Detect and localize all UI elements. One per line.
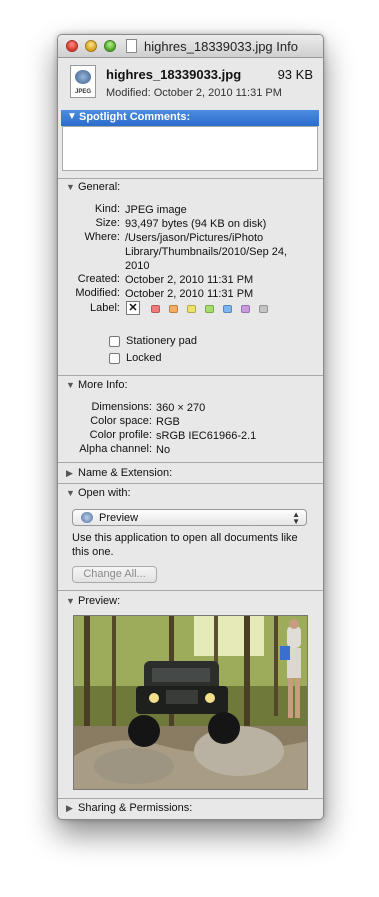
disclosure-closed-icon[interactable]: ▶ bbox=[66, 803, 78, 814]
divider bbox=[58, 798, 323, 799]
dimensions-label: Dimensions: bbox=[91, 401, 152, 413]
icon-tag: JPEG bbox=[74, 89, 91, 95]
label-blue-button[interactable] bbox=[223, 305, 232, 313]
open-with-section-header[interactable]: ▼ Open with: bbox=[66, 487, 131, 499]
where-value: /Users/jason/Pictures/iPhoto Library/Thu… bbox=[125, 232, 288, 272]
where-label: Where: bbox=[84, 231, 120, 243]
file-header: JPEG highres_18339033.jpg 93 KB Modified… bbox=[58, 58, 323, 110]
disclosure-open-icon[interactable]: ▼ bbox=[66, 380, 78, 390]
alpha-channel-label: Alpha channel: bbox=[79, 443, 152, 455]
alpha-channel-value: No bbox=[156, 444, 171, 456]
offroad-jeep-photo bbox=[74, 616, 307, 789]
locked-checkbox[interactable] bbox=[109, 353, 120, 364]
close-button[interactable] bbox=[66, 40, 78, 52]
more-info-heading: More Info: bbox=[78, 379, 128, 391]
title-bar[interactable]: highres_18339033.jpg Info bbox=[58, 35, 323, 58]
label-gray-button[interactable] bbox=[259, 305, 268, 313]
preview-app-icon bbox=[81, 512, 93, 523]
file-modified: Modified: October 2, 2010 11:31 PM bbox=[106, 87, 282, 99]
kind-label: Kind: bbox=[94, 203, 120, 215]
modified-value: October 2, 2010 11:31 PM bbox=[125, 288, 254, 300]
open-with-popup[interactable]: Preview ▲ ▼ bbox=[72, 509, 307, 526]
window-title: highres_18339033.jpg Info bbox=[144, 39, 298, 54]
document-icon bbox=[126, 39, 137, 53]
color-space-value: RGB bbox=[156, 416, 180, 428]
size-value: 93,497 bytes (94 KB on disk) bbox=[125, 218, 267, 230]
general-heading: General: bbox=[78, 181, 121, 193]
open-with-hint: Use this application to open all documen… bbox=[72, 532, 298, 558]
sharing-permissions-section-header[interactable]: ▶ Sharing & Permissions: bbox=[66, 802, 192, 814]
label-red-button[interactable] bbox=[151, 305, 160, 313]
color-space-label: Color space: bbox=[90, 415, 152, 427]
stationery-pad-label: Stationery pad bbox=[126, 335, 197, 347]
preview-section-header[interactable]: ▼ Preview: bbox=[66, 595, 120, 607]
kind-value: JPEG image bbox=[125, 204, 187, 216]
no-label-button[interactable]: ✕ bbox=[126, 301, 140, 315]
open-with-app: Preview bbox=[99, 512, 139, 524]
more-info-section-header[interactable]: ▼ More Info: bbox=[66, 379, 128, 391]
general-section-header[interactable]: ▼ General: bbox=[66, 181, 120, 193]
label-yellow-button[interactable] bbox=[187, 305, 196, 313]
label-orange-button[interactable] bbox=[169, 305, 178, 313]
modified-label: Modified: bbox=[75, 287, 120, 299]
divider bbox=[58, 178, 323, 179]
sharing-permissions-heading: Sharing & Permissions: bbox=[78, 802, 193, 814]
divider bbox=[58, 483, 323, 484]
label-green-button[interactable] bbox=[205, 305, 214, 313]
locked-label: Locked bbox=[126, 352, 162, 364]
preview-image bbox=[73, 615, 308, 790]
divider bbox=[58, 375, 323, 376]
spotlight-comments-label: Spotlight Comments: bbox=[79, 111, 191, 123]
open-with-heading: Open with: bbox=[78, 487, 131, 499]
info-window: highres_18339033.jpg Info JPEG highres_1… bbox=[57, 34, 324, 820]
name-extension-section-header[interactable]: ▶ Name & Extension: bbox=[66, 467, 172, 479]
disclosure-closed-icon[interactable]: ▶ bbox=[66, 468, 78, 479]
minimize-button[interactable] bbox=[85, 40, 97, 52]
color-profile-label: Color profile: bbox=[89, 429, 152, 441]
disclosure-open-icon[interactable]: ▼ bbox=[67, 111, 77, 122]
dimensions-value: 360 × 270 bbox=[156, 402, 206, 414]
change-all-button[interactable]: Change All... bbox=[72, 566, 157, 583]
preview-heading: Preview: bbox=[78, 595, 121, 607]
zoom-button[interactable] bbox=[104, 40, 116, 52]
created-value: October 2, 2010 11:31 PM bbox=[125, 274, 254, 286]
file-name: highres_18339033.jpg bbox=[106, 67, 242, 82]
label-purple-button[interactable] bbox=[241, 305, 250, 313]
label-label: Label: bbox=[90, 302, 120, 314]
divider bbox=[58, 590, 323, 591]
spotlight-comments-header[interactable]: ▼ Spotlight Comments: bbox=[61, 110, 319, 126]
divider bbox=[58, 462, 323, 463]
disclosure-open-icon[interactable]: ▼ bbox=[66, 182, 78, 192]
spotlight-comments-field[interactable] bbox=[62, 126, 318, 171]
created-label: Created: bbox=[77, 273, 120, 285]
name-extension-heading: Name & Extension: bbox=[78, 467, 173, 479]
jpeg-file-icon: JPEG bbox=[70, 65, 96, 98]
disclosure-open-icon[interactable]: ▼ bbox=[66, 488, 78, 498]
size-label: Size: bbox=[95, 217, 120, 229]
stationery-pad-checkbox[interactable] bbox=[109, 336, 120, 347]
file-size: 93 KB bbox=[277, 67, 313, 82]
popup-arrows-icon: ▲ ▼ bbox=[292, 510, 300, 526]
disclosure-open-icon[interactable]: ▼ bbox=[66, 596, 78, 606]
color-profile-value: sRGB IEC61966-2.1 bbox=[156, 430, 257, 442]
